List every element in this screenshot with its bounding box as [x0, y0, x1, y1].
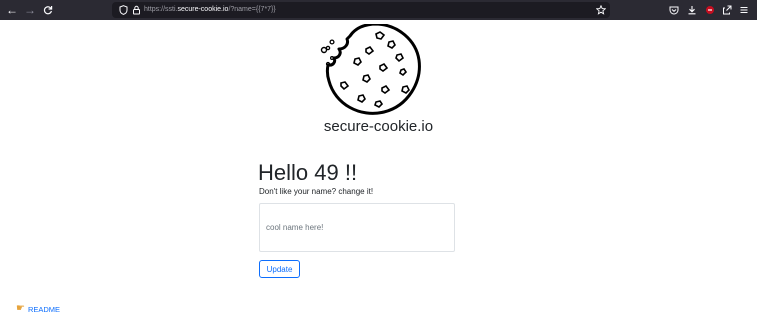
star-icon[interactable]: [594, 2, 608, 18]
readme-link[interactable]: ☛ README: [16, 303, 60, 315]
url-host: secure-cookie.io: [177, 6, 229, 13]
cookie-logo: [320, 22, 424, 120]
update-button[interactable]: Update: [259, 260, 300, 278]
url-text: https://ssti.secure-cookie.io/?name={{7*…: [144, 2, 276, 18]
cookie-icon: [320, 22, 421, 115]
pointing-hand-icon: ☛: [16, 303, 25, 314]
download-icon[interactable]: [683, 0, 701, 20]
lock-icon[interactable]: [129, 2, 143, 18]
site-title: secure-cookie.io: [323, 118, 434, 135]
hamburger-menu-icon[interactable]: [735, 0, 753, 20]
readme-label: README: [27, 304, 61, 314]
reload-icon[interactable]: [39, 0, 57, 20]
change-name-prompt: Don't like your name? change it!: [259, 187, 374, 196]
address-bar[interactable]: https://ssti.secure-cookie.io/?name={{7*…: [112, 2, 610, 18]
url-prefix: https://ssti.: [144, 6, 178, 13]
extension-icon[interactable]: [701, 0, 719, 20]
shield-icon[interactable]: [116, 2, 130, 18]
url-path: /?name={{7*7}}: [228, 6, 276, 13]
browser-toolbar: ← → https://ssti.secure-cookie.io/?name=…: [0, 0, 757, 20]
pocket-icon[interactable]: [665, 0, 683, 20]
forward-arrow-icon[interactable]: →: [21, 0, 39, 20]
greeting-heading: Hello 49 !!: [258, 160, 358, 185]
back-arrow-icon[interactable]: ←: [3, 0, 21, 20]
name-input[interactable]: [259, 203, 455, 252]
share-icon[interactable]: [718, 0, 736, 20]
